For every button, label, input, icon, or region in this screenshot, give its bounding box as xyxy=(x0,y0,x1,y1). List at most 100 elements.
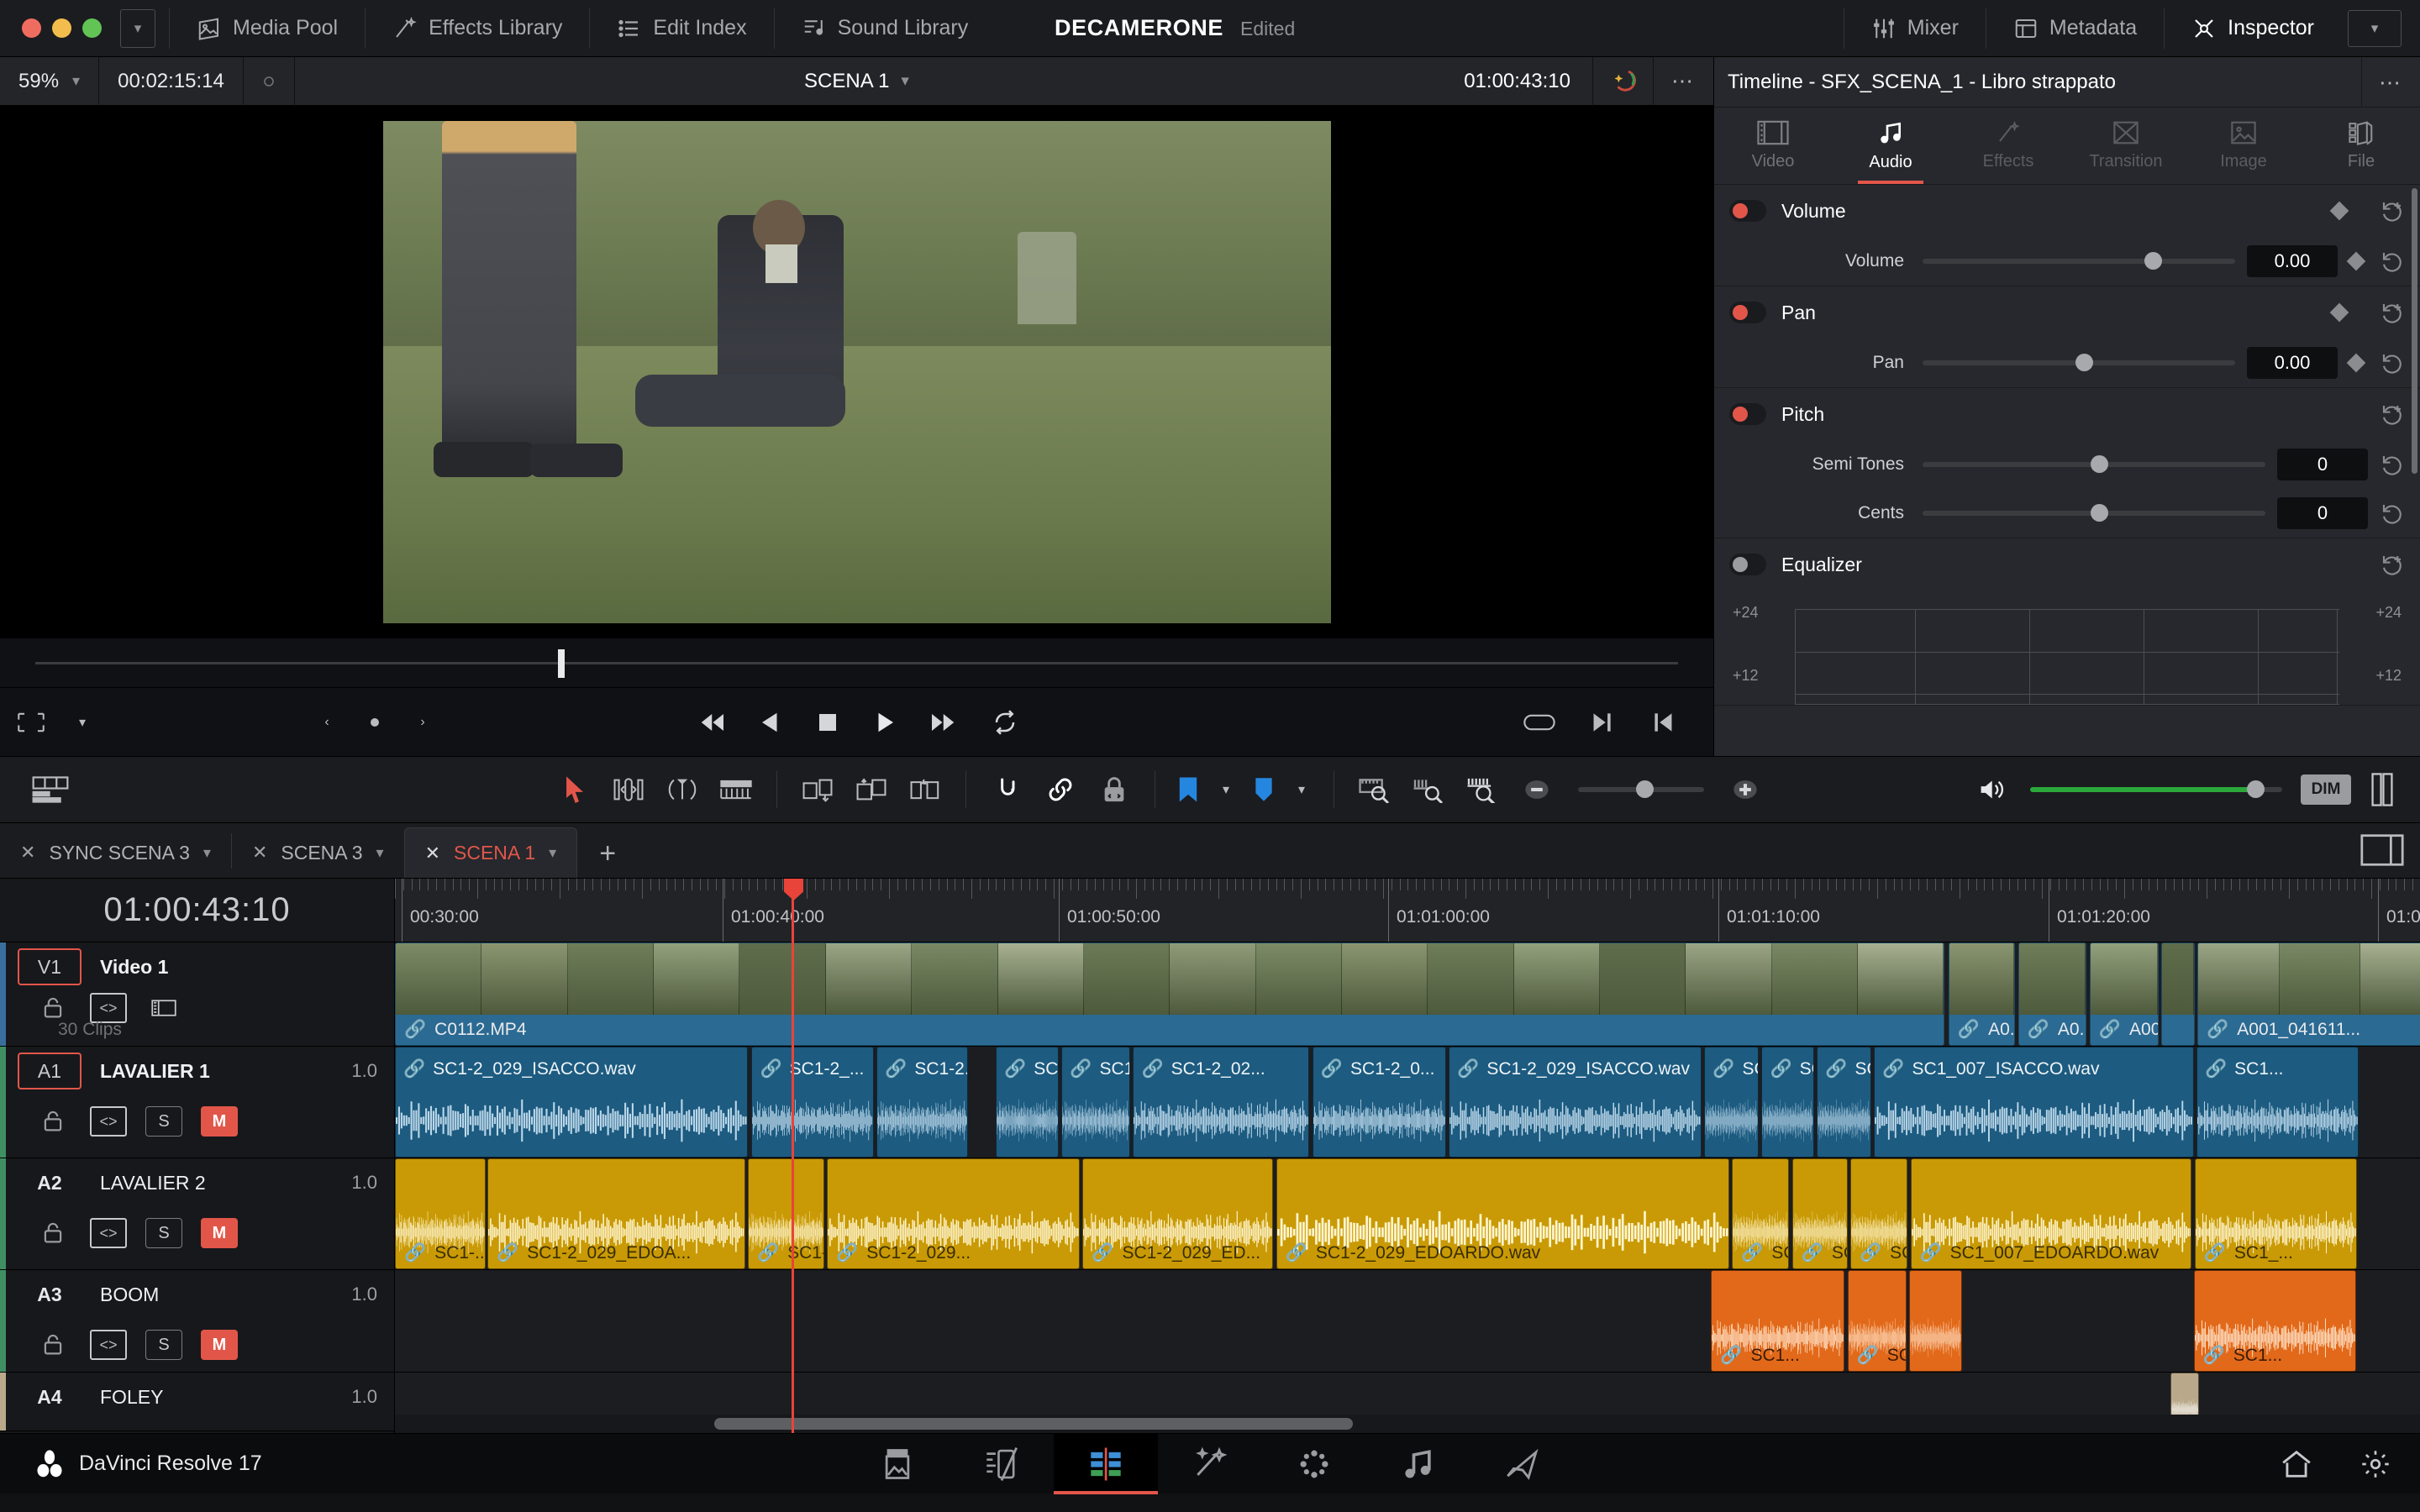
timeline-horizontal-scrollbar[interactable] xyxy=(395,1415,2420,1433)
timeline-clip[interactable]: 🔗A00... xyxy=(2089,942,2159,1046)
marker-chevron-down-icon[interactable]: ▾ xyxy=(1283,756,1320,823)
playhead[interactable] xyxy=(792,879,794,1433)
equalizer-graph[interactable]: +24 +24 +12 +12 xyxy=(1714,604,2420,705)
replace-clip-icon[interactable] xyxy=(898,756,952,823)
semitones-reset-icon[interactable] xyxy=(2380,452,2405,477)
insert-clip-icon[interactable] xyxy=(791,756,844,823)
track-header-a3[interactable]: A3 BOOM 1.0 <> S M xyxy=(0,1270,394,1373)
auto-select-track-icon[interactable]: <> xyxy=(90,1330,127,1360)
minimize-window-button[interactable] xyxy=(52,18,71,38)
flag-icon[interactable] xyxy=(1169,756,1207,823)
mark-out-icon[interactable] xyxy=(1570,687,1633,758)
stop-button[interactable] xyxy=(814,710,841,735)
fairlight-page-button[interactable] xyxy=(1366,1434,1470,1494)
pan-param-reset-icon[interactable] xyxy=(2380,350,2405,375)
timeline-clip[interactable]: 🔗 SC1_007_ISACCO.wav xyxy=(1874,1047,2194,1158)
track-id-a4[interactable]: A4 xyxy=(18,1386,82,1409)
timeline-clip[interactable]: 🔗 SC1-2_029_EDOARDO.wav xyxy=(1276,1158,1729,1269)
close-icon[interactable]: ✕ xyxy=(20,842,35,864)
mark-in-icon[interactable] xyxy=(1633,687,1695,758)
color-page-button[interactable] xyxy=(1262,1434,1366,1494)
mixer-button[interactable]: Mixer xyxy=(1849,0,1981,57)
timeline-clip[interactable]: 🔗SC1... xyxy=(1732,1158,1790,1269)
timeline-clip[interactable]: 🔗SC1... xyxy=(1704,1047,1760,1158)
timeline-clip[interactable]: 🔗SC1... xyxy=(2193,1270,2356,1372)
timeline-clip[interactable]: 🔗 C0112.MP4 xyxy=(395,942,1945,1046)
track-name-a4[interactable]: FOLEY xyxy=(82,1386,351,1409)
timeline-clip[interactable]: 🔗 SC1-2_029_ISACCO.wav xyxy=(1449,1047,1702,1158)
lock-track-icon[interactable] xyxy=(34,1218,71,1248)
record-indicator[interactable] xyxy=(244,56,295,106)
timeline-row-v1[interactable]: 🔗C0112.MP4🔗A0...🔗A0...🔗A00...🔗A001_04161… xyxy=(395,942,2420,1047)
timeline-clip[interactable]: 🔗SC1-2... xyxy=(1061,1047,1131,1158)
volume-keyframe-icon[interactable] xyxy=(2329,201,2349,221)
auto-select-track-icon[interactable]: <> xyxy=(90,1218,127,1248)
zoom-to-fit-icon[interactable] xyxy=(1348,756,1402,823)
timeline-view-options-icon[interactable] xyxy=(0,756,101,823)
timeline-clip[interactable]: 🔗SC1... xyxy=(1817,1047,1871,1158)
jump-to-start-button[interactable] xyxy=(695,710,727,735)
marker-icon[interactable] xyxy=(1244,756,1283,823)
timeline-clip[interactable]: 🔗A0... xyxy=(1948,942,2016,1046)
window-controls[interactable] xyxy=(0,18,120,38)
track-header-v1[interactable]: V1 Video 1 <> 30 Clips xyxy=(0,942,394,1047)
track-header-a4[interactable]: A4 FOLEY 1.0 xyxy=(0,1373,394,1431)
timeline-clip[interactable]: 🔗SC1... xyxy=(1711,1270,1845,1372)
close-icon[interactable]: ✕ xyxy=(252,842,267,864)
lock-track-icon[interactable] xyxy=(34,1330,71,1360)
timeline-row-a1[interactable]: 🔗SC1-2_029_ISACCO.wav 🔗SC1-2_... 🔗SC1-2...… xyxy=(395,1047,2420,1158)
pan-value[interactable]: 0.00 xyxy=(2247,347,2338,379)
dim-button[interactable]: DIM xyxy=(2301,774,2351,805)
timeline-clip[interactable]: 🔗 SC1_007_EDOARDO.wav xyxy=(1910,1158,2192,1269)
zoom-in-button[interactable] xyxy=(1718,756,1773,823)
edit-index-button[interactable]: Edit Index xyxy=(595,0,768,57)
timeline-clip[interactable] xyxy=(1909,1270,1962,1372)
track-id-v1[interactable]: V1 xyxy=(18,948,82,985)
solo-track-button[interactable]: S xyxy=(145,1106,182,1137)
semitones-value[interactable]: 0 xyxy=(2277,449,2368,480)
monitor-volume-slider[interactable] xyxy=(2030,780,2282,798)
chevron-down-icon[interactable]: ▾ xyxy=(120,8,155,48)
scrubber-track[interactable] xyxy=(35,661,1678,664)
effects-library-button[interactable]: Effects Library xyxy=(371,0,584,57)
track-gain-a3[interactable]: 1.0 xyxy=(351,1284,394,1305)
track-name-v1[interactable]: Video 1 xyxy=(82,956,394,979)
add-timeline-button[interactable]: + xyxy=(577,829,638,878)
volume-value[interactable]: 0.00 xyxy=(2247,245,2338,277)
lock-track-icon[interactable] xyxy=(34,1106,71,1137)
edit-page-button[interactable] xyxy=(1054,1433,1158,1494)
media-pool-button[interactable]: Media Pool xyxy=(175,0,360,57)
speaker-icon[interactable] xyxy=(1966,756,2020,823)
timeline-clip[interactable]: 🔗A0... xyxy=(2018,942,2087,1046)
pan-param-keyframe-icon[interactable] xyxy=(2346,353,2366,373)
viewer-duration-timecode[interactable]: 00:02:15:14 xyxy=(99,56,244,106)
chevron-down-icon[interactable]: ▾ xyxy=(203,844,211,862)
timeline-tab-sync-scena-3[interactable]: ✕ SYNC SCENA 3 ▾ xyxy=(0,827,231,878)
track-header-a1[interactable]: A1 LAVALIER 1 1.0 <> S M xyxy=(0,1047,394,1158)
trim-edit-mode-icon[interactable] xyxy=(602,756,655,823)
volume-enable-toggle[interactable] xyxy=(1729,200,1766,222)
timeline-ruler[interactable]: 00:30:00 01:00:40:00 01:00:50:00 01:01:00:0… xyxy=(395,879,2420,942)
timeline-tab-scena-1[interactable]: ✕ SCENA 1 ▾ xyxy=(403,827,578,878)
razor-edit-mode-icon[interactable] xyxy=(709,756,763,823)
flag-chevron-down-icon[interactable]: ▾ xyxy=(1207,756,1244,823)
sound-library-button[interactable]: Sound Library xyxy=(780,0,991,57)
color-enhance-icon[interactable] xyxy=(1592,56,1653,106)
monitor-volume-knob[interactable] xyxy=(2247,780,2265,798)
timeline-clip[interactable]: 🔗 SC1-2_0... xyxy=(1312,1047,1446,1158)
layout-toggle-icon[interactable]: ▾ xyxy=(2348,9,2402,47)
media-page-button[interactable] xyxy=(845,1434,950,1494)
timeline-clip[interactable]: 🔗SC1-... xyxy=(395,1158,486,1269)
timeline-clip[interactable]: 🔗SC1... xyxy=(2196,1047,2359,1158)
inspector-options-icon[interactable]: ⋯ xyxy=(2361,56,2420,108)
inspector-button[interactable]: Inspector xyxy=(2170,0,2336,57)
solo-track-button[interactable]: S xyxy=(145,1218,182,1248)
tab-video[interactable]: Video xyxy=(1714,108,1832,184)
timeline-clip[interactable]: 🔗 SC1-2_029_ISACCO.wav xyxy=(395,1047,748,1158)
play-button[interactable] xyxy=(871,710,898,735)
timeline-clip[interactable]: 🔗 SC1-2_029_EDOA... xyxy=(487,1158,745,1269)
jump-to-end-button[interactable] xyxy=(929,710,960,735)
inspector-scrollbar[interactable] xyxy=(2412,188,2417,474)
zoom-level-selector[interactable]: 59% ▾ xyxy=(0,56,100,106)
track-gain-a2[interactable]: 1.0 xyxy=(351,1172,394,1194)
